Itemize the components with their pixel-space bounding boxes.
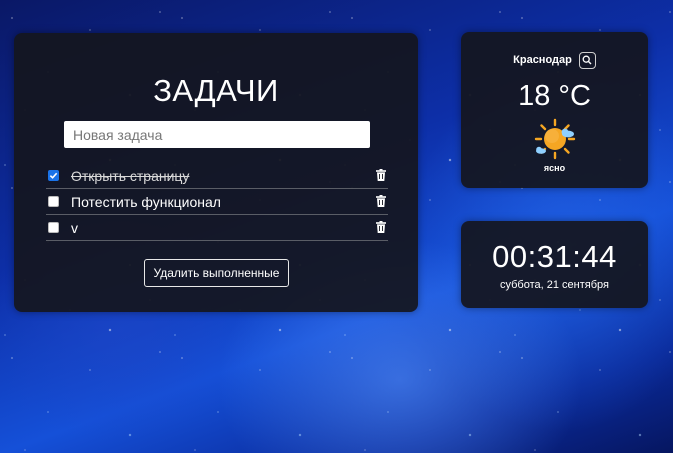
city-row: Краснодар xyxy=(461,51,648,69)
trash-icon[interactable] xyxy=(376,169,386,181)
weather-panel: Краснодар 18 °C ясно xyxy=(461,32,648,188)
task-item: Потестить функционал xyxy=(46,189,388,215)
tasks-panel: ЗАДАЧИ Открыть страницу Потестить функци… xyxy=(14,33,418,312)
clear-completed-button[interactable]: Удалить выполненные xyxy=(144,259,289,287)
sun-cloud-icon xyxy=(534,118,576,160)
clock-panel: 00:31:44 суббота, 21 сентября xyxy=(461,221,648,308)
trash-icon[interactable] xyxy=(376,195,386,207)
new-task-input[interactable] xyxy=(64,121,370,148)
weather-condition: ясно xyxy=(543,163,566,173)
city-name: Краснодар xyxy=(513,54,572,66)
temperature: 18 °C xyxy=(518,80,591,112)
tasks-title: ЗАДАЧИ xyxy=(153,73,279,108)
task-list: Открыть страницу Потестить функционал v xyxy=(46,163,388,241)
task-item: Открыть страницу xyxy=(46,163,388,189)
trash-icon[interactable] xyxy=(376,221,386,233)
city-search-button[interactable] xyxy=(578,51,596,69)
task-checkbox[interactable] xyxy=(48,196,59,207)
task-text: Открыть страницу xyxy=(71,167,190,184)
search-icon xyxy=(582,55,592,65)
task-item: v xyxy=(46,215,388,241)
task-checkbox[interactable] xyxy=(48,170,59,181)
clock-time: 00:31:44 xyxy=(492,239,617,274)
task-text: v xyxy=(71,219,78,236)
task-checkbox[interactable] xyxy=(48,222,59,233)
task-text: Потестить функционал xyxy=(71,193,221,210)
check-icon xyxy=(49,172,58,179)
clock-date: суббота, 21 сентября xyxy=(500,279,609,291)
